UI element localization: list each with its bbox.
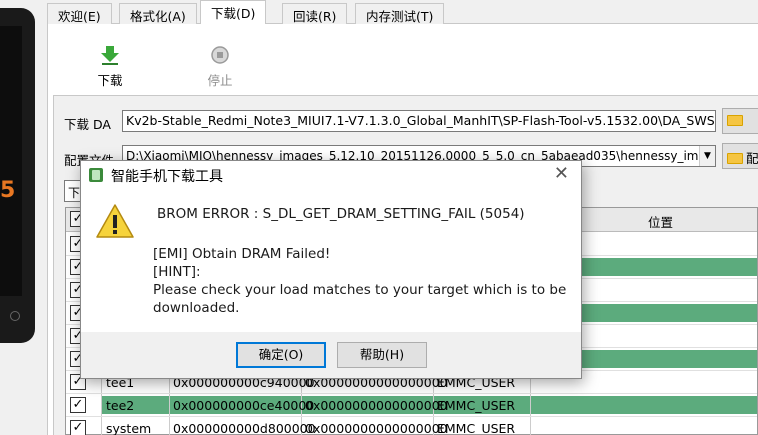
folder-icon	[727, 153, 743, 164]
error-message: [EMI] Obtain DRAM Failed! [HINT]: Please…	[153, 246, 567, 316]
stop-button-label: 停止	[207, 73, 233, 88]
help-button[interactable]: 帮助(H)	[337, 342, 427, 368]
tab-memory-test[interactable]: 内存测试(T)	[355, 3, 445, 24]
scatter-browse-button[interactable]: 配	[722, 143, 758, 169]
dialog-title: 智能手机下载工具	[111, 169, 223, 185]
column-separator	[530, 394, 531, 416]
download-button-label: 下载	[97, 73, 123, 88]
dialog-title-bar: 智能手机下载工具 ✕	[81, 161, 581, 189]
cell-name: system	[106, 421, 152, 435]
error-dialog: 智能手机下载工具 ✕ BROM ERROR : S_DL_GET_DRAM_SE…	[80, 160, 582, 379]
column-separator	[169, 417, 170, 435]
column-separator	[169, 394, 170, 416]
dialog-footer: 确定(O) 帮助(H)	[81, 332, 581, 378]
cell-name: tee2	[106, 398, 135, 413]
cell-end: 0x0000000000000000	[305, 421, 448, 435]
ok-button[interactable]: 确定(O)	[236, 342, 326, 368]
table-row[interactable]: ✓ system 0x000000000d800000 0x0000000000000…	[66, 417, 757, 435]
dialog-body: BROM ERROR : S_DL_GET_DRAM_SETTING_FAIL …	[81, 189, 581, 332]
cell-begin: 0x000000000ce40000	[173, 398, 315, 413]
chevron-down-icon[interactable]: ▼	[699, 146, 715, 166]
cell-region: EMMC_USER	[437, 398, 516, 413]
error-code-text: BROM ERROR : S_DL_GET_DRAM_SETTING_FAIL …	[157, 206, 525, 222]
download-mode-value: 下	[68, 186, 81, 200]
download-arrow-icon	[101, 46, 119, 65]
stop-button[interactable]: 停止	[196, 44, 244, 89]
tab-download[interactable]: 下载(D)	[200, 0, 267, 25]
column-separator	[101, 394, 102, 416]
da-browse-button[interactable]	[722, 108, 758, 134]
phone-screen	[0, 26, 22, 296]
tab-bar: 欢迎(E) 格式化(A) 下载(D) 回读(R) 内存测试(T)	[47, 0, 758, 25]
row-checkbox[interactable]: ✓	[70, 420, 86, 435]
table-row[interactable]: ✓ tee2 0x000000000ce40000 0x000000000000000…	[66, 394, 757, 417]
phone-image: 5	[0, 8, 35, 343]
column-separator	[530, 417, 531, 435]
cell-begin: 0x000000000d800000	[173, 421, 316, 435]
row-checkbox[interactable]: ✓	[70, 397, 86, 413]
tab-format[interactable]: 格式化(A)	[119, 3, 197, 24]
phone-home-button	[10, 311, 20, 321]
folder-icon	[727, 115, 743, 126]
phone-screen-digit: 5	[0, 178, 16, 203]
download-agent-label: 下载 DA	[64, 117, 111, 132]
column-header-location: 位置	[648, 215, 674, 230]
close-icon[interactable]: ✕	[554, 163, 569, 184]
column-separator	[101, 417, 102, 435]
tab-welcome[interactable]: 欢迎(E)	[47, 3, 112, 24]
app-icon	[89, 168, 103, 182]
stop-icon	[211, 46, 229, 64]
cell-region: EMMC_USER	[437, 421, 516, 435]
warning-icon	[96, 204, 134, 238]
download-button[interactable]: 下载	[86, 44, 134, 89]
tab-readback[interactable]: 回读(R)	[282, 3, 348, 24]
cell-end: 0x0000000000000000	[305, 398, 448, 413]
download-agent-field[interactable]: Kv2b-Stable_Redmi_Note3_MIUI7.1-V7.1.3.0…	[122, 110, 716, 132]
